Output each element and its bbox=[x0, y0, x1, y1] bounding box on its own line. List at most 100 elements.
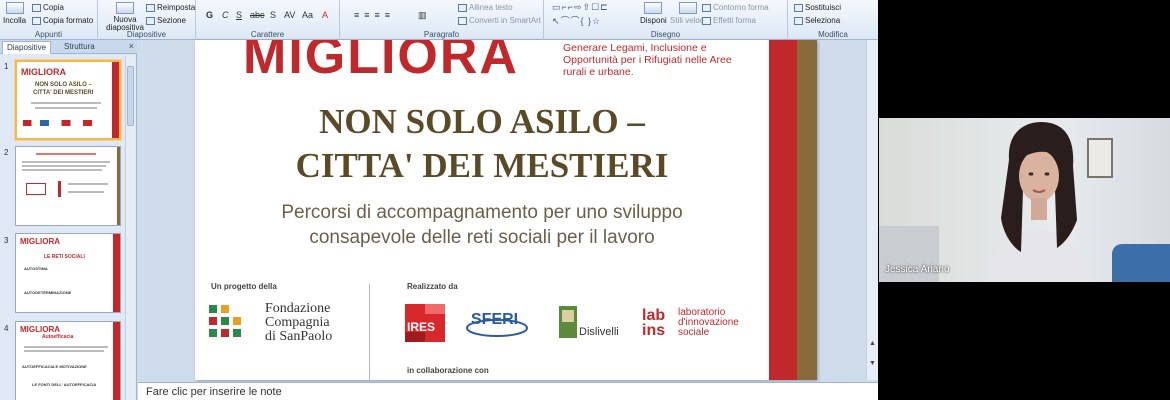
ribbon-group-paragraph: ≡≡≡≡ ▥ Allinea testo Converti in SmartAr… bbox=[340, 0, 544, 40]
participant-video-person bbox=[987, 122, 1091, 282]
ribbon: Incolla Copia Copia formato Appunti Nuov… bbox=[0, 0, 878, 40]
current-slide[interactable]: MIGLIORA Generare Legami, Inclusione e O… bbox=[195, 40, 817, 380]
ribbon-group-drawing: ▭⌐⌐⇨⇧☐⊏ ↖⌒⌒{ }☆ Disponi Stili veloci Con… bbox=[544, 0, 788, 40]
format-painter-icon bbox=[32, 16, 41, 25]
paste-button[interactable]: Incolla bbox=[3, 2, 26, 25]
ribbon-group-label: Carattere bbox=[250, 30, 285, 39]
ribbon-group-label: Modifica bbox=[818, 30, 848, 39]
thumb-text-line bbox=[36, 153, 96, 155]
select-icon bbox=[794, 16, 803, 25]
smartart-button[interactable]: Converti in SmartArt bbox=[458, 16, 541, 25]
close-icon[interactable]: × bbox=[129, 41, 134, 51]
section-button[interactable]: Sezione bbox=[146, 16, 186, 25]
section-icon bbox=[146, 16, 155, 25]
paste-icon bbox=[5, 2, 24, 14]
strikethrough-button[interactable]: abc bbox=[250, 10, 265, 20]
thumb-text-line bbox=[31, 102, 101, 104]
fondazione-name: Fondazione Compagnia di SanPaolo bbox=[265, 301, 333, 344]
ribbon-group-slides: Nuova diapositiva Reimposta Sezione Diap… bbox=[98, 0, 196, 40]
replace-icon bbox=[794, 3, 803, 12]
notes-placeholder: Fare clic per inserire le note bbox=[146, 386, 282, 398]
align-icons[interactable]: ≡≡≡≡ bbox=[354, 10, 395, 20]
ribbon-group-font: G C S abc S AV Aa A Carattere bbox=[196, 0, 340, 40]
powerpoint-window: Incolla Copia Copia formato Appunti Nuov… bbox=[0, 0, 878, 400]
slide-title-line-1: NON SOLO ASILO – bbox=[319, 102, 645, 141]
copy-icon bbox=[32, 3, 41, 12]
notes-pane[interactable]: Fare clic per inserire le note bbox=[138, 382, 878, 400]
thumb-text-line bbox=[22, 165, 106, 167]
thumb-text-line bbox=[35, 107, 97, 109]
copy-button[interactable]: Copia bbox=[32, 3, 64, 12]
slides-pane: Diapositive Struttura × 1 MIGLIORA NON S… bbox=[0, 40, 137, 400]
thumb-title: CITTA' DEI MESTIERI bbox=[33, 90, 94, 96]
shadow-button[interactable]: S bbox=[270, 10, 276, 20]
thumb-brown-bar bbox=[117, 147, 120, 225]
ribbon-group-editing: Sostituisci Seleziona Modifica bbox=[788, 0, 878, 40]
labins-mark: lab ins bbox=[642, 307, 666, 339]
shapes-gallery-row2-icon[interactable]: ↖⌒⌒{ }☆ bbox=[552, 14, 601, 27]
quick-styles-button[interactable]: Stili veloci bbox=[670, 2, 706, 25]
change-case-button[interactable]: Aa bbox=[302, 10, 313, 20]
reset-icon bbox=[146, 3, 155, 12]
labins-logo: lab ins laboratorio d'innovazione social… bbox=[642, 304, 752, 344]
thumb-text-line bbox=[22, 169, 102, 171]
thumb-red-bar bbox=[113, 234, 120, 312]
slide-thumbnail-2[interactable] bbox=[15, 146, 121, 226]
shape-effects-button[interactable]: Effetti forma bbox=[702, 16, 756, 25]
thumb-heading: Autoefficacia bbox=[42, 334, 74, 340]
scrollbar-thumb[interactable] bbox=[127, 66, 134, 126]
subtitle-line-2: consapevole delle reti sociali per il la… bbox=[309, 227, 655, 248]
underline-button[interactable]: S bbox=[236, 10, 242, 20]
columns-icon[interactable]: ▥ bbox=[418, 10, 427, 21]
thumb-number: 4 bbox=[4, 324, 9, 333]
slide-subtitle: Percorsi di accompagnamento per uno svil… bbox=[195, 200, 769, 250]
tab-slides[interactable]: Diapositive bbox=[2, 41, 52, 54]
thumb-red-bar bbox=[113, 322, 120, 400]
svg-text:SFERI: SFERI bbox=[471, 311, 518, 328]
thumb-number: 3 bbox=[4, 236, 9, 245]
slide-thumbnail-1[interactable]: MIGLIORA NON SOLO ASILO – CITTA' DEI MES… bbox=[15, 60, 121, 140]
bold-button[interactable]: G bbox=[206, 10, 213, 20]
blue-cushion bbox=[1112, 244, 1170, 282]
shapes-gallery-icon[interactable]: ▭⌐⌐⇨⇧☐⊏ bbox=[552, 2, 609, 13]
thumb-text-line bbox=[68, 191, 104, 193]
italic-button[interactable]: C bbox=[222, 10, 229, 20]
participant-name-label: Jessica Ariano bbox=[885, 264, 950, 275]
slide-thumbnail-4[interactable]: MIGLIORA Autoefficacia AUTOEFFICACIA E M… bbox=[15, 321, 121, 400]
ribbon-group-label: Appunti bbox=[34, 30, 63, 39]
slide-divider bbox=[369, 284, 370, 380]
select-button[interactable]: Seleziona bbox=[794, 16, 840, 25]
reset-button[interactable]: Reimposta bbox=[146, 3, 195, 12]
arrange-button[interactable]: Disponi bbox=[640, 2, 667, 25]
thumb-diagram-bar bbox=[58, 181, 61, 197]
tab-outline[interactable]: Struttura bbox=[60, 41, 99, 54]
slide-title-line-2: CITTA' DEI MESTIERI bbox=[295, 146, 669, 185]
format-painter-button[interactable]: Copia formato bbox=[32, 16, 93, 25]
next-slide-icon[interactable]: ▼ bbox=[869, 360, 876, 367]
replace-button[interactable]: Sostituisci bbox=[794, 3, 841, 12]
slide-area-scrollbar[interactable]: ▲ ▼ bbox=[866, 40, 878, 380]
made-by-label: Realizzato da bbox=[407, 282, 458, 291]
arrange-icon bbox=[644, 2, 663, 14]
char-spacing-button[interactable]: AV bbox=[284, 10, 295, 20]
slide-red-band bbox=[769, 40, 817, 380]
thumb-logo: MIGLIORA bbox=[21, 67, 66, 77]
thumb-red-bar bbox=[112, 62, 119, 138]
thumb-number: 2 bbox=[4, 148, 9, 157]
project-by-label: Un progetto della bbox=[211, 282, 277, 291]
slide-thumbnail-3[interactable]: MIGLIORA LE RETI SOCIALI AUTOSTIMA AUTOD… bbox=[15, 233, 121, 313]
thumb-text: AUTOEFFICACIA E MOTIVAZIONE bbox=[22, 364, 87, 369]
ribbon-group-label: Paragrafo bbox=[423, 30, 460, 39]
new-slide-button[interactable]: Nuova diapositiva bbox=[106, 2, 144, 32]
sferi-logo: SFERI bbox=[463, 304, 533, 344]
shape-outline-icon bbox=[702, 3, 711, 12]
slides-pane-scrollbar[interactable] bbox=[125, 56, 135, 400]
align-text-button[interactable]: Allinea testo bbox=[458, 3, 513, 12]
font-color-button[interactable]: A bbox=[322, 10, 328, 20]
thumb-heading: LE RETI SOCIALI bbox=[44, 254, 85, 260]
webcam-video-tile[interactable]: Jessica Ariano bbox=[879, 118, 1170, 282]
thumb-text-line bbox=[24, 350, 104, 352]
shape-outline-button[interactable]: Contorno forma bbox=[702, 3, 769, 12]
quick-styles-icon bbox=[678, 2, 697, 14]
previous-slide-icon[interactable]: ▲ bbox=[869, 340, 876, 347]
